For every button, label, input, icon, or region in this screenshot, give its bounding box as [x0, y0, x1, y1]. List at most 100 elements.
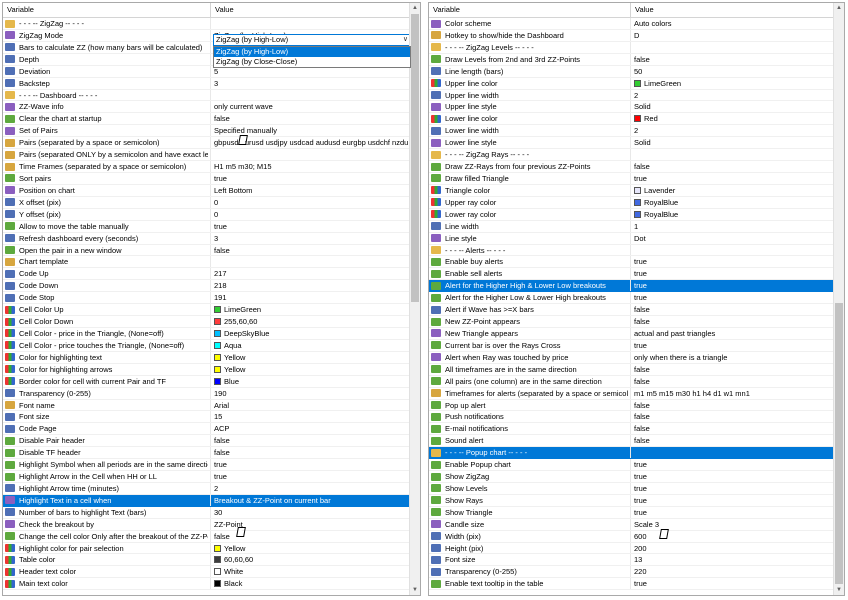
param-row-allow-to-move-the-table-manually[interactable]: Allow to move the table manually true [3, 220, 410, 233]
param-row-table-color[interactable]: Table color 60,60,60 [3, 554, 410, 567]
param-value[interactable]: false [631, 304, 832, 316]
param-row-header-text-color[interactable]: Header text color White [3, 566, 410, 579]
param-row-draw-levels-from-2nd-and-3rd-zz-points[interactable]: Draw Levels from 2nd and 3rd ZZ-Points fa… [429, 53, 834, 66]
param-row-lower-line-width[interactable]: Lower line width 2 [429, 125, 834, 138]
param-row-highlight-color-for-pair-selection[interactable]: Highlight color for pair selection Yellow [3, 542, 410, 555]
param-value[interactable]: 220 [631, 566, 832, 578]
param-row-color-for-highlighting-arrows[interactable]: Color for highlighting arrows Yellow [3, 363, 410, 376]
param-value[interactable]: false [631, 316, 832, 328]
param-row-line-style[interactable]: Line style Dot [429, 232, 834, 245]
param-value[interactable]: true [631, 256, 832, 268]
param-value[interactable]: true [631, 495, 832, 507]
param-row-show-levels[interactable]: Show Levels true [429, 482, 834, 495]
param-row-dashboard[interactable]: - - - -- Dashboard -- - - - [3, 89, 410, 102]
param-row-zigzag-levels[interactable]: - - - -- ZigZag Levels -- - - - [429, 41, 834, 54]
param-row-font-size[interactable]: Font size 13 [429, 554, 834, 567]
param-row-clear-the-chart-at-startup[interactable]: Clear the chart at startup false [3, 113, 410, 126]
param-value[interactable]: Blue [211, 376, 408, 388]
param-value[interactable]: false [211, 245, 408, 257]
param-row-width-pix[interactable]: Width (pix) 600 [429, 530, 834, 543]
param-row-new-zz-point-appears[interactable]: New ZZ-Point appears false [429, 316, 834, 328]
param-value[interactable]: RoyalBlue [631, 197, 832, 209]
param-value[interactable]: true [631, 280, 832, 292]
param-row-upper-line-width[interactable]: Upper line width 2 [429, 89, 834, 102]
param-value[interactable]: H1 m5 m30; M15 [211, 161, 408, 173]
param-value[interactable]: 1 [631, 221, 832, 233]
param-row-draw-zz-rays-from-four-previous-zz-point[interactable]: Draw ZZ-Rays from four previous ZZ-Point… [429, 161, 834, 173]
param-value[interactable]: Dot [631, 233, 832, 245]
param-value[interactable]: 2 [211, 483, 408, 495]
param-row-show-triangle[interactable]: Show Triangle true [429, 506, 834, 519]
param-value[interactable]: actual and past triangles [631, 328, 832, 340]
param-row-font-size[interactable]: Font size 15 [3, 411, 410, 424]
param-row-lower-line-style[interactable]: Lower line style Solid [429, 137, 834, 150]
param-value[interactable]: DeepSkyBlue [211, 328, 408, 340]
param-value[interactable]: Solid [631, 101, 832, 113]
param-row-code-stop[interactable]: Code Stop 191 [3, 292, 410, 305]
left-scroll-thumb[interactable] [411, 14, 419, 302]
param-row-highlight-symbol-when-all-periods-are-in[interactable]: Highlight Symbol when all periods are in… [3, 459, 410, 472]
param-value[interactable]: White [211, 566, 408, 578]
param-row-highlight-arrow-time-minutes[interactable]: Highlight Arrow time (minutes) 2 [3, 482, 410, 495]
param-value[interactable]: LimeGreen [631, 78, 832, 90]
param-value[interactable]: Aqua [211, 340, 408, 352]
param-row-zigzag-rays[interactable]: - - - -- ZigZag Rays -- - - - [429, 149, 834, 162]
param-value[interactable]: false [631, 423, 832, 435]
param-value[interactable]: Breakout & ZZ-Point on current bar [211, 495, 408, 507]
param-value[interactable]: false [631, 161, 832, 173]
param-row-timeframes-for-alerts-separated-by-a-spa[interactable]: Timeframes for alerts (separated by a sp… [429, 387, 834, 400]
param-row-show-zigzag[interactable]: Show ZigZag true [429, 471, 834, 483]
right-scrollbar[interactable]: ▲ ▼ [833, 3, 844, 595]
param-row-code-up[interactable]: Code Up 217 [3, 268, 410, 281]
param-value[interactable]: 218 [211, 280, 408, 292]
param-value[interactable]: Black [211, 578, 408, 590]
param-row-font-name[interactable]: Font name Arial [3, 399, 410, 412]
param-row-number-of-bars-to-highlight-text-bars[interactable]: Number of bars to highlight Text (bars) 3… [3, 506, 410, 519]
param-value[interactable]: true [631, 340, 832, 352]
param-value[interactable]: Yellow [211, 352, 408, 364]
param-value[interactable]: true [631, 173, 832, 185]
param-row-chart-template[interactable]: Chart template [3, 256, 410, 269]
param-value[interactable]: true [631, 268, 832, 280]
param-row-show-rays[interactable]: Show Rays true [429, 494, 834, 507]
param-value[interactable]: false [631, 54, 832, 66]
param-row-cell-color-price-in-the-triangle-none-of[interactable]: Cell Color - price in the Triangle, (Non… [3, 327, 410, 340]
right-scroll-thumb[interactable] [835, 303, 843, 584]
value-column-header[interactable]: Value [630, 3, 834, 17]
param-row-position-on-chart[interactable]: Position on chart Left Bottom [3, 184, 410, 197]
variable-column-header[interactable]: Variable [429, 3, 630, 17]
param-value[interactable]: 255,60,60 [211, 316, 408, 328]
param-row-pop-up-alert[interactable]: Pop up alert false [429, 399, 834, 412]
param-value[interactable]: false [211, 113, 408, 125]
param-value[interactable]: true [211, 459, 408, 471]
param-row-refresh-dashboard-every-seconds[interactable]: Refresh dashboard every (seconds) 3 [3, 232, 410, 245]
param-row-highlight-arrow-in-the-cell-when-hh-or-l[interactable]: Highlight Arrow in the Cell when HH or L… [3, 471, 410, 483]
param-value[interactable]: 0 [211, 197, 408, 209]
param-row-backstep[interactable]: Backstep 3 [3, 77, 410, 90]
param-row-enable-text-tooltip-in-the-table[interactable]: Enable text tooltip in the table true [429, 578, 834, 591]
param-value[interactable]: true [631, 459, 832, 471]
param-row-main-text-color[interactable]: Main text color Black [3, 578, 410, 591]
param-value[interactable]: m1 m5 m15 m30 h1 h4 d1 w1 mn1 [631, 388, 832, 400]
value-column-header[interactable]: Value [210, 3, 410, 17]
param-value[interactable]: false [631, 400, 832, 412]
param-value[interactable]: LimeGreen [211, 304, 408, 316]
param-row-alert-for-the-higher-high-lower-low-brea[interactable]: Alert for the Higher High & Lower Low br… [429, 280, 834, 293]
param-row-pairs-separated-by-a-space-or-semicolon[interactable]: Pairs (separated by a space or semicolon… [3, 137, 410, 150]
param-row-height-pix[interactable]: Height (pix) 200 [429, 542, 834, 555]
param-row-all-timeframes-are-in-the-same-direction[interactable]: All timeframes are in the same direction… [429, 363, 834, 376]
param-row-sort-pairs[interactable]: Sort pairs true [3, 172, 410, 185]
param-value[interactable]: Solid [631, 137, 832, 149]
param-value[interactable]: true [631, 507, 832, 519]
param-value[interactable]: only when there is a triangle [631, 352, 832, 364]
param-value[interactable]: 200 [631, 543, 832, 555]
param-row-push-notifications[interactable]: Push notifications false [429, 411, 834, 424]
param-value[interactable]: 50 [631, 66, 832, 78]
param-row-new-triangle-appears[interactable]: New Triangle appears actual and past tria… [429, 327, 834, 340]
param-row-popup-chart[interactable]: - - - -- Popup chart -- - - - [429, 447, 834, 460]
param-row-cell-color-down[interactable]: Cell Color Down 255,60,60 [3, 316, 410, 328]
param-row-all-pairs-one-column-are-in-the-same-dir[interactable]: All pairs (one column) are in the same d… [429, 375, 834, 388]
param-row-y-offset-pix[interactable]: Y offset (pix) 0 [3, 208, 410, 221]
param-row-set-of-pairs[interactable]: Set of Pairs Specified manually [3, 125, 410, 138]
param-value[interactable]: 191 [211, 292, 408, 304]
